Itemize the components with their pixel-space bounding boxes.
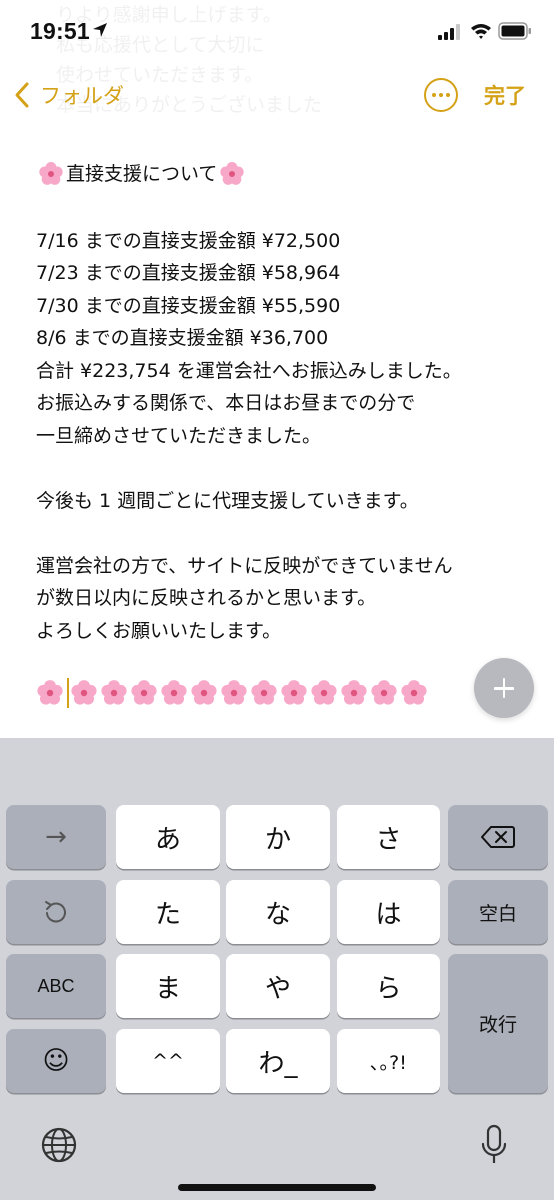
key-kaomoji[interactable]: ^^ xyxy=(116,1029,220,1093)
key-label: た xyxy=(154,899,181,930)
note-body[interactable]: 直接支援について 7/16 までの直接支援金額 ¥72,500 7/23 までの… xyxy=(36,156,516,647)
cherry-blossom-icon xyxy=(71,680,97,705)
key-wa[interactable]: わ_ xyxy=(226,1029,330,1093)
key-na[interactable]: な xyxy=(226,880,330,944)
return-key[interactable]: 改行 xyxy=(448,954,548,1093)
key-label: か xyxy=(264,824,291,855)
cherry-blossom-icon xyxy=(281,680,307,705)
globe-icon[interactable] xyxy=(40,1126,78,1164)
key-label: ま xyxy=(154,973,181,1004)
back-to-folders-button[interactable]: フォルダ xyxy=(14,78,124,112)
cherry-blossom-icon xyxy=(371,680,397,705)
undo-icon xyxy=(45,901,66,923)
arrow-key[interactable]: → xyxy=(6,805,106,869)
back-button-label: フォルダ xyxy=(40,84,124,108)
delete-key[interactable] xyxy=(448,805,548,869)
note-line: が数日以内に反映されるかと思います。 xyxy=(36,587,377,609)
key-label: ^^ xyxy=(152,1050,184,1072)
key-label: は xyxy=(375,899,402,930)
key-sa[interactable]: さ xyxy=(337,805,440,869)
cherry-blossom-icon xyxy=(39,162,63,185)
emoji-key[interactable]: ☺ xyxy=(6,1029,106,1093)
add-button[interactable] xyxy=(474,658,534,718)
arrow-key-label: → xyxy=(45,822,67,852)
note-title: 直接支援について xyxy=(66,163,218,185)
note-line: よろしくお願いいたします。 xyxy=(36,619,282,642)
key-punctuation[interactable]: ､｡?! xyxy=(337,1029,440,1093)
note-title-line: 直接支援について xyxy=(36,156,516,192)
space-key[interactable]: 空白 xyxy=(448,880,548,944)
more-options-icon[interactable] xyxy=(424,78,458,112)
note-line: お振込みする関係で、本日はお昼までの分で xyxy=(36,392,416,414)
note-line: 7/23 までの直接支援金額 ¥58,964 xyxy=(36,262,341,284)
key-label: ら xyxy=(375,973,402,1004)
return-key-label: 改行 xyxy=(478,1014,517,1036)
cherry-blossom-icon xyxy=(251,680,277,705)
key-label: あ xyxy=(154,824,181,855)
cellular-signal-icon xyxy=(438,24,460,40)
cherry-blossom-icon xyxy=(131,680,157,705)
key-ha[interactable]: は xyxy=(337,880,440,944)
key-ma[interactable]: ま xyxy=(116,954,220,1018)
cherry-blossom-icon xyxy=(37,680,63,705)
cherry-blossom-icon xyxy=(161,680,187,705)
chevron-left-icon xyxy=(15,82,29,108)
status-bar: 19:51 xyxy=(0,0,554,66)
done-button[interactable]: 完了 xyxy=(484,80,526,110)
note-line: 合計 ¥223,754 を運営会社へお振込みしました。 xyxy=(36,359,462,382)
key-label: な xyxy=(264,899,291,930)
emoji-key-label: ☺ xyxy=(42,1046,70,1076)
note-line: 8/6 までの直接支援金額 ¥36,700 xyxy=(36,327,329,349)
key-label: ､｡?! xyxy=(370,1051,407,1074)
cherry-blossom-icon xyxy=(101,680,127,705)
key-ka[interactable]: か xyxy=(226,805,330,869)
battery-icon xyxy=(498,22,531,40)
abc-key-label: ABC xyxy=(37,975,75,996)
key-label: わ_ xyxy=(258,1048,298,1079)
note-line xyxy=(36,517,516,550)
cherry-blossom-row[interactable] xyxy=(36,676,430,710)
note-line: 今後も 1 週間ごとに代理支援していきます。 xyxy=(36,489,419,512)
key-ya[interactable]: や xyxy=(226,954,330,1018)
cherry-blossom-icon xyxy=(221,680,247,705)
text-caret xyxy=(67,678,69,708)
key-ta[interactable]: た xyxy=(116,880,220,944)
cherry-blossom-icon xyxy=(191,680,217,705)
delete-backward-icon xyxy=(481,826,515,848)
note-line: 一旦締めさせていただきました。 xyxy=(36,424,322,447)
note-line: 運営会社の方で、サイトに反映ができていません xyxy=(36,554,453,577)
location-arrow-icon xyxy=(93,23,107,37)
status-time: 19:51 xyxy=(30,18,90,44)
cherry-blossom-icon xyxy=(401,680,427,705)
key-label: や xyxy=(264,973,291,1004)
space-key-label: 空白 xyxy=(478,902,517,925)
microphone-icon[interactable] xyxy=(481,1124,507,1166)
home-indicator xyxy=(178,1184,376,1191)
cherry-blossom-icon xyxy=(220,162,245,185)
note-line xyxy=(36,452,516,485)
key-ra[interactable]: ら xyxy=(337,954,440,1018)
undo-key[interactable] xyxy=(6,880,106,944)
key-a[interactable]: あ xyxy=(116,805,220,869)
abc-key[interactable]: ABC xyxy=(6,954,106,1018)
wifi-icon xyxy=(471,24,491,39)
key-label: さ xyxy=(375,824,402,855)
note-line: 7/16 までの直接支援金額 ¥72,500 xyxy=(36,229,341,252)
cherry-blossom-icon xyxy=(341,680,367,705)
cherry-blossom-icon xyxy=(311,680,337,705)
note-line: 7/30 までの直接支援金額 ¥55,590 xyxy=(36,294,341,317)
